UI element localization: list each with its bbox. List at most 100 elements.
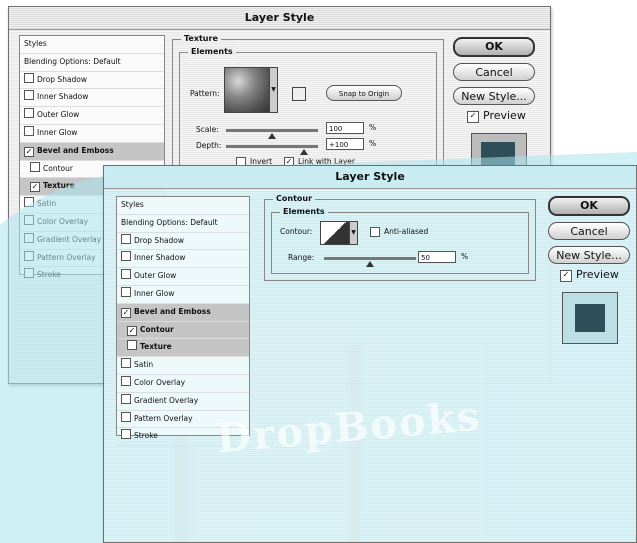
styles-list-item[interactable]: Color Overlay — [117, 375, 249, 393]
style-item-label: Styles — [121, 200, 144, 209]
style-checkbox[interactable] — [24, 268, 34, 279]
style-checkbox[interactable] — [24, 108, 34, 119]
styles-list-item[interactable]: Outer Glow — [117, 268, 249, 286]
texture-group: Texture Elements Pattern: ▼ Snap to Orig… — [172, 34, 444, 179]
style-item-label: Satin — [134, 360, 154, 370]
style-item-label: Gradient Overlay — [37, 234, 102, 244]
range-slider[interactable] — [324, 257, 416, 260]
style-item-label: Stroke — [134, 431, 158, 441]
scale-slider[interactable] — [226, 129, 318, 132]
cancel-button[interactable]: Cancel — [453, 63, 535, 81]
new-style-button[interactable]: New Style... — [548, 246, 630, 264]
style-checkbox[interactable] — [121, 429, 131, 440]
scale-label: Scale: — [196, 125, 219, 134]
style-checkbox[interactable]: ✓ — [30, 182, 40, 193]
style-item-label: Outer Glow — [134, 271, 177, 281]
style-checkbox[interactable] — [30, 161, 40, 172]
style-item-label: Drop Shadow — [134, 235, 185, 245]
styles-list-item[interactable]: ✓ Bevel and Emboss — [117, 303, 249, 322]
depth-input[interactable]: +100 — [326, 138, 364, 150]
anti-aliased-checkbox[interactable] — [370, 227, 380, 237]
dialog-title: Layer Style — [104, 166, 636, 189]
style-checkbox[interactable] — [121, 286, 131, 297]
preview-checkbox[interactable]: ✓ — [467, 111, 479, 123]
styles-list-item[interactable]: Satin — [117, 357, 249, 375]
style-item-label: Contour — [140, 324, 174, 334]
depth-unit: % — [369, 139, 377, 148]
styles-list-item[interactable]: Styles — [20, 36, 164, 54]
new-preset-icon[interactable] — [292, 87, 306, 101]
style-checkbox[interactable] — [24, 197, 34, 208]
contour-dropdown-arrow-icon[interactable]: ▼ — [349, 221, 358, 245]
contour-picker-swatch[interactable] — [320, 221, 350, 245]
styles-list-item[interactable]: Inner Glow — [20, 125, 164, 143]
elements-group: Elements Pattern: ▼ Snap to Origin Scale… — [179, 47, 437, 174]
style-checkbox[interactable] — [24, 72, 34, 83]
styles-list-item[interactable]: Gradient Overlay — [117, 393, 249, 411]
styles-list-item[interactable]: Stroke — [117, 428, 249, 447]
style-checkbox[interactable]: ✓ — [24, 146, 34, 157]
styles-list-item[interactable]: Inner Glow — [117, 286, 249, 304]
style-checkbox[interactable] — [24, 90, 34, 101]
styles-list-item[interactable]: Blending Options: Default — [117, 215, 249, 233]
styles-list: Styles Blending Options: Default Drop Shad… — [116, 196, 250, 447]
style-item-label: Blending Options: Default — [24, 56, 121, 66]
depth-slider[interactable] — [226, 145, 318, 148]
style-checkbox[interactable] — [121, 251, 131, 262]
style-checkbox[interactable] — [24, 214, 34, 225]
styles-list-item[interactable]: Styles — [117, 197, 249, 215]
styles-list-item[interactable]: Drop Shadow — [117, 233, 249, 251]
ok-button[interactable]: OK — [548, 196, 630, 216]
layer-style-dialog-front: Layer Style Styles Blending Options: Defa… — [103, 165, 637, 543]
pattern-dropdown-arrow-icon[interactable]: ▼ — [269, 67, 278, 113]
style-checkbox[interactable] — [121, 393, 131, 404]
new-style-button[interactable]: New Style... — [453, 87, 535, 105]
snap-to-origin-button[interactable]: Snap to Origin — [326, 85, 402, 101]
styles-list-item[interactable]: Inner Shadow — [117, 250, 249, 269]
style-checkbox[interactable] — [121, 233, 131, 244]
styles-list-item[interactable]: Blending Options: Default — [20, 54, 164, 72]
style-checkbox[interactable] — [24, 232, 34, 243]
styles-list-item[interactable]: ✓ Bevel and Emboss — [20, 142, 164, 161]
style-checkbox[interactable] — [121, 375, 131, 386]
style-checkbox[interactable] — [121, 269, 131, 280]
styles-list-item[interactable]: Inner Shadow — [20, 89, 164, 108]
depth-label: Depth: — [196, 141, 222, 150]
depth-slider-thumb[interactable] — [300, 149, 309, 155]
cancel-button[interactable]: Cancel — [548, 222, 630, 240]
preview-swatch — [575, 304, 605, 332]
style-item-label: Satin — [37, 199, 57, 209]
style-checkbox[interactable] — [121, 411, 131, 422]
style-item-label: Color Overlay — [134, 377, 186, 387]
range-input[interactable]: 50 — [418, 251, 456, 263]
style-item-label: Inner Glow — [134, 288, 175, 298]
style-checkbox[interactable] — [24, 125, 34, 136]
style-checkbox[interactable]: ✓ — [127, 325, 137, 336]
style-item-label: Inner Shadow — [37, 92, 89, 102]
style-item-label: Stroke — [37, 270, 61, 280]
range-slider-thumb[interactable] — [366, 261, 374, 267]
styles-list-item[interactable]: Texture — [117, 339, 249, 358]
ok-button[interactable]: OK — [453, 37, 535, 57]
style-item-label: Pattern Overlay — [37, 252, 96, 262]
anti-aliased-label: Anti-aliased — [384, 227, 429, 236]
preview-label: Preview — [483, 109, 526, 122]
styles-list-item[interactable]: ✓ Contour — [117, 321, 249, 340]
styles-list-item[interactable]: Outer Glow — [20, 107, 164, 125]
styles-list-item[interactable]: Drop Shadow — [20, 72, 164, 90]
contour-label: Contour: — [280, 227, 313, 236]
style-item-label: Inner Glow — [37, 127, 78, 137]
pattern-swatch[interactable] — [224, 67, 270, 113]
preview-checkbox[interactable]: ✓ — [560, 270, 572, 282]
styles-list-item[interactable]: Pattern Overlay — [117, 411, 249, 429]
style-item-label: Texture — [140, 342, 172, 352]
style-item-label: Pattern Overlay — [134, 413, 193, 423]
style-item-label: Inner Shadow — [134, 253, 186, 263]
style-checkbox[interactable]: ✓ — [121, 307, 131, 318]
scale-input[interactable]: 100 — [326, 122, 364, 134]
style-checkbox[interactable] — [127, 340, 137, 351]
scale-slider-thumb[interactable] — [268, 133, 276, 139]
style-item-label: Gradient Overlay — [134, 395, 199, 405]
style-checkbox[interactable] — [121, 358, 131, 369]
style-checkbox[interactable] — [24, 250, 34, 261]
